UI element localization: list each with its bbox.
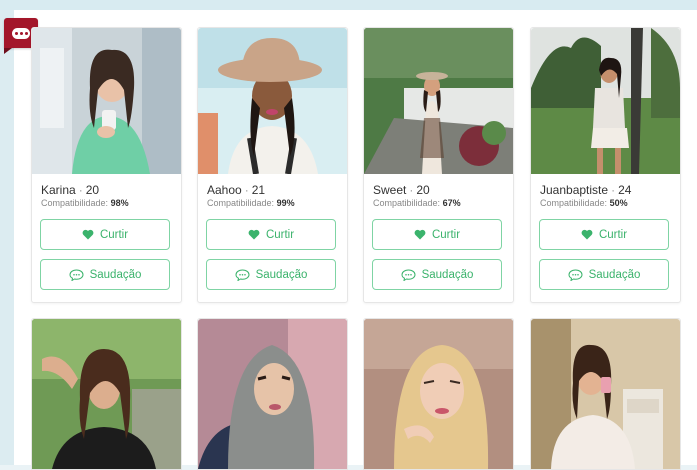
heart-icon xyxy=(82,229,94,240)
greet-button[interactable]: Saudação xyxy=(372,259,502,290)
profile-photo[interactable] xyxy=(531,28,680,174)
greet-button[interactable]: Saudação xyxy=(206,259,336,290)
greet-button[interactable]: Saudação xyxy=(539,259,669,290)
profile-photo[interactable] xyxy=(32,319,181,469)
speech-bubble-icon xyxy=(69,268,84,281)
profile-photo[interactable] xyxy=(32,28,181,174)
speech-bubble-icon xyxy=(568,268,583,281)
profile-card: Aahoo · 21 Compatibilidade: 99% Curtir Sau… xyxy=(197,27,348,303)
profile-name-age: Aahoo · 21 xyxy=(207,183,266,197)
compatibility-line: Compatibilidade: 50% xyxy=(540,198,628,208)
profile-name-age: Karina · 20 xyxy=(41,183,100,197)
profile-card: Sweet · 20 Compatibilidade: 67% Curtir Sau… xyxy=(363,27,514,303)
like-button[interactable]: Curtir xyxy=(40,219,170,250)
profile-photo[interactable] xyxy=(531,319,680,469)
heart-icon xyxy=(581,229,593,240)
compatibility-line: Compatibilidade: 98% xyxy=(41,198,129,208)
logo-ribbon-fold xyxy=(4,48,12,54)
profile-card xyxy=(530,318,681,470)
profile-card: Juanbaptiste · 24 Compatibilidade: 50% Cur… xyxy=(530,27,681,303)
profile-card xyxy=(31,318,182,470)
profile-card xyxy=(197,318,348,470)
profile-name-age: Sweet · 20 xyxy=(373,183,430,197)
top-bar xyxy=(0,0,697,10)
like-button[interactable]: Curtir xyxy=(206,219,336,250)
profile-photo[interactable] xyxy=(364,319,513,469)
profile-name-age: Juanbaptiste · 24 xyxy=(540,183,632,197)
speech-bubble-icon xyxy=(401,268,416,281)
speech-bubble-icon xyxy=(235,268,250,281)
left-rail xyxy=(0,10,14,465)
profile-photo[interactable] xyxy=(198,28,347,174)
compatibility-line: Compatibilidade: 99% xyxy=(207,198,295,208)
profile-card xyxy=(363,318,514,470)
compatibility-line: Compatibilidade: 67% xyxy=(373,198,461,208)
profile-photo[interactable] xyxy=(198,319,347,469)
like-button[interactable]: Curtir xyxy=(372,219,502,250)
heart-icon xyxy=(248,229,260,240)
heart-icon xyxy=(414,229,426,240)
greet-button[interactable]: Saudação xyxy=(40,259,170,290)
profile-card: Karina · 20 Compatibilidade: 98% Curtir Sa… xyxy=(31,27,182,303)
like-button[interactable]: Curtir xyxy=(539,219,669,250)
profile-photo[interactable] xyxy=(364,28,513,174)
